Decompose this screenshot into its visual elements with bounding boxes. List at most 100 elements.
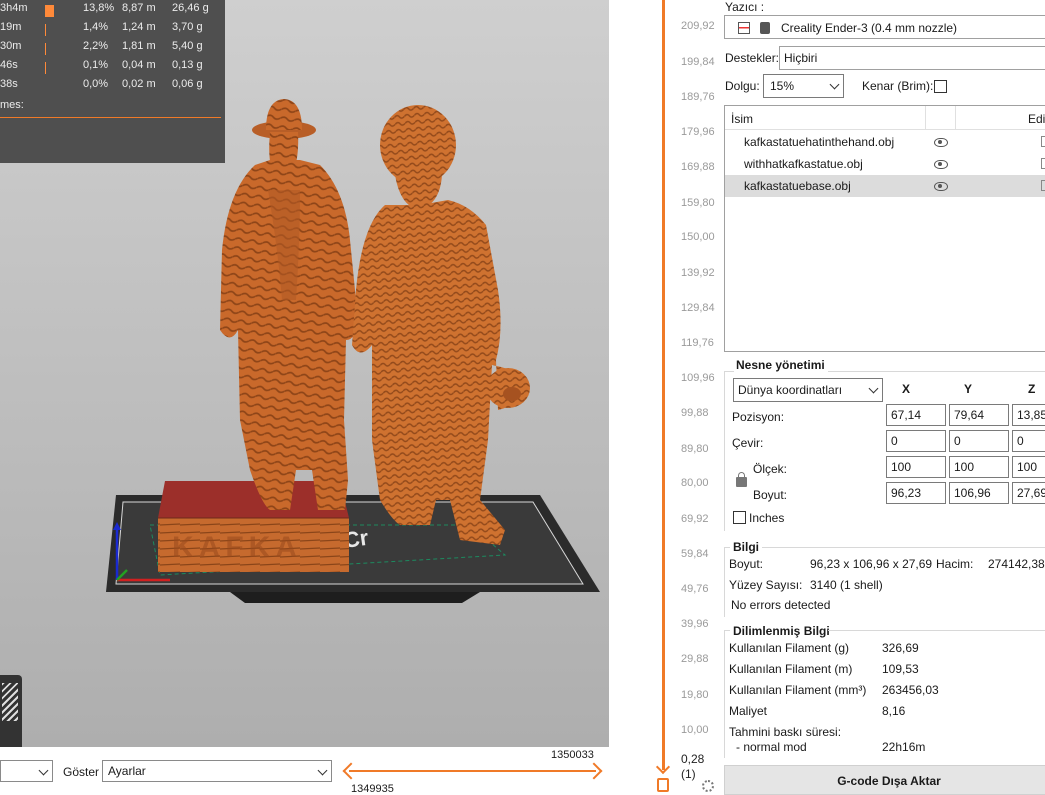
column-edit[interactable]: Edi: [1028, 112, 1045, 126]
coordinate-system-value: Dünya koordinatları: [738, 383, 843, 397]
coordinate-system-select[interactable]: Dünya koordinatları: [733, 378, 883, 402]
column-name[interactable]: İsim: [731, 112, 753, 126]
sliced-row-value: 263456,03: [882, 683, 939, 697]
stat-weight: 5,40 g: [172, 40, 203, 52]
position-z-field[interactable]: 13,85: [1012, 404, 1045, 426]
3d-viewport[interactable]: Cr KAFKA 3h4m 13,8% 8,87 m 26,46 g 19m 1…: [0, 0, 609, 747]
group-border: [724, 371, 725, 531]
info-volume-label: Hacim:: [936, 557, 974, 571]
scale-label: Ölçek:: [753, 462, 788, 476]
arrow-right-icon[interactable]: [585, 762, 603, 780]
layer-bottom-value: 0,28: [681, 752, 705, 766]
position-y-field[interactable]: 79,64: [949, 404, 1009, 426]
object-row[interactable]: kafkastatuehatinthehand.obj: [725, 131, 1045, 153]
legend-toggle[interactable]: [0, 675, 22, 747]
scale-z-field[interactable]: 100: [1012, 456, 1045, 478]
stats-row: 38s 0,0% 0,02 m 0,06 g: [0, 78, 225, 96]
object-name: withhatkafkastatue.obj: [744, 157, 863, 171]
info-facets-label: Yüzey Sayısı:: [729, 578, 803, 592]
layer-tick: 59,84: [681, 548, 709, 560]
object-checkbox[interactable]: [1041, 136, 1045, 147]
layer-tick: 19,80: [681, 689, 709, 701]
layer-slider-arrow-icon[interactable]: [655, 759, 671, 775]
settings-sidebar: Yazıcı : Creality Ender-3 (0.4 mm nozzle…: [722, 0, 1045, 795]
stat-weight: 0,13 g: [172, 59, 203, 71]
scale-y-field[interactable]: 100: [949, 456, 1009, 478]
object-row-selected[interactable]: kafkastatuebase.obj: [725, 175, 1045, 197]
infill-value: 15%: [770, 79, 795, 93]
axis-x-header: X: [902, 382, 911, 396]
stat-length: 0,02 m: [122, 78, 156, 90]
layer-tick: 179,96: [681, 126, 715, 138]
stat-percent: 13,8%: [83, 2, 115, 14]
stat-weight: 0,06 g: [172, 78, 203, 90]
printer-select[interactable]: Creality Ender-3 (0.4 mm nozzle): [724, 15, 1045, 39]
size-z-field[interactable]: 27,69: [1012, 482, 1045, 504]
layer-tick: 199,84: [681, 56, 715, 68]
position-x-field[interactable]: 67,14: [886, 404, 946, 426]
size-x-field[interactable]: 96,23: [886, 482, 946, 504]
group-border: [762, 547, 1045, 548]
stats-row: 46s 0,1% 0,04 m 0,13 g: [0, 59, 225, 77]
lock-icon[interactable]: [657, 778, 669, 792]
object-list[interactable]: İsim Edi kafkastatuehatinthehand.obj wit…: [724, 105, 1045, 352]
eye-icon[interactable]: [934, 182, 948, 191]
stat-weight: 3,70 g: [172, 21, 203, 33]
object-row[interactable]: withhatkafkastatue.obj: [725, 153, 1045, 175]
size-y-field[interactable]: 106,96: [949, 482, 1009, 504]
stat-percent: 0,0%: [83, 78, 109, 90]
rotate-y-field[interactable]: 0: [949, 430, 1009, 452]
stat-time: 19m: [0, 21, 22, 33]
eye-icon[interactable]: [934, 160, 948, 169]
horizontal-move-slider[interactable]: [342, 762, 603, 780]
info-volume-value: 274142,38: [988, 557, 1045, 571]
print-time-label: Tahmini baskı süresi:: [729, 725, 842, 739]
lock-icon[interactable]: [736, 472, 747, 487]
layer-tick: 10,00: [681, 724, 709, 736]
model-statue-hat[interactable]: [220, 99, 358, 510]
layer-bottom-index: (1): [681, 767, 696, 781]
view-type-select[interactable]: [0, 760, 53, 782]
info-size-label: Boyut:: [729, 557, 764, 571]
supports-select[interactable]: Hiçbiri: [779, 46, 1045, 70]
layer-slider[interactable]: 209,92 199,84 189,76 179,96 169,88 159,8…: [650, 0, 722, 795]
inches-checkbox[interactable]: [733, 511, 746, 524]
object-checkbox[interactable]: [1041, 180, 1045, 191]
slider-max-value: 1350033: [551, 749, 594, 761]
rotate-z-field[interactable]: 0: [1012, 430, 1045, 452]
gear-icon[interactable]: [702, 780, 714, 792]
brim-label: Kenar (Brim):: [862, 79, 934, 93]
layer-tick: 159,80: [681, 197, 715, 209]
stat-length: 8,87 m: [122, 2, 156, 14]
layer-tick: 139,92: [681, 267, 715, 279]
object-checkbox[interactable]: [1041, 158, 1045, 169]
export-gcode-button[interactable]: G-code Dışa Aktar: [724, 765, 1045, 795]
layer-tick: 109,96: [681, 372, 715, 384]
bottom-bar: Göster Ayarlar 1350033 1349935: [0, 747, 609, 795]
layer-tick: 209,92: [681, 20, 715, 32]
rotate-x-field[interactable]: 0: [886, 430, 946, 452]
info-errors: No errors detected: [731, 598, 831, 612]
infill-select[interactable]: 15%: [763, 74, 844, 98]
brim-checkbox[interactable]: [934, 80, 947, 93]
lock-icon: [760, 22, 770, 34]
layer-slider-track[interactable]: [662, 0, 665, 770]
sliced-row-value: 8,16: [882, 704, 906, 718]
stat-percent: 1,4%: [83, 21, 109, 33]
info-facets-value: 3140 (1 shell): [810, 578, 883, 592]
chevron-down-icon: [868, 383, 879, 394]
stat-length: 1,24 m: [122, 21, 156, 33]
model-statue-hat-in-hand[interactable]: [352, 105, 530, 545]
axis-y-header: Y: [964, 382, 973, 396]
scale-x-field[interactable]: 100: [886, 456, 946, 478]
size-label: Boyut:: [753, 488, 788, 502]
stat-length: 0,04 m: [122, 59, 156, 71]
eye-icon[interactable]: [934, 138, 948, 147]
sliced-row-label: Maliyet: [729, 704, 768, 718]
show-label: Göster: [63, 765, 100, 779]
layer-tick: 129,84: [681, 302, 715, 314]
object-name: kafkastatuebase.obj: [744, 179, 851, 193]
show-select[interactable]: Ayarlar: [102, 760, 332, 782]
axis-z-header: Z: [1028, 382, 1036, 396]
arrow-left-icon[interactable]: [342, 762, 360, 780]
